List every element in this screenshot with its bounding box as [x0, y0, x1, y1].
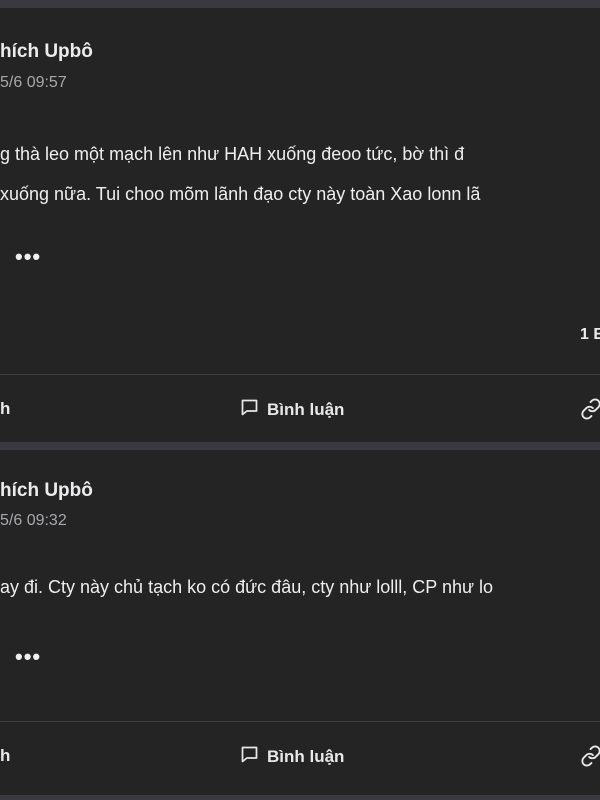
action-bar: h Bình luận: [0, 382, 600, 438]
see-more-button[interactable]: •••: [15, 244, 41, 270]
post-timestamp[interactable]: 5/6 09:57: [0, 74, 67, 92]
post-content-line: xuống nữa. Tui choo mõm lãnh đạo cty này…: [0, 184, 481, 204]
post-card: hích Upbô 5/6 09:32 ay đi. Cty này chủ t…: [0, 450, 600, 795]
author-name[interactable]: hích Upbô: [0, 480, 93, 502]
like-button[interactable]: h: [0, 746, 10, 766]
link-icon: [580, 398, 600, 424]
post-content-line: ay đi. Cty này chủ tạch ko có đức đâu, c…: [0, 577, 494, 597]
post-timestamp[interactable]: 5/6 09:32: [0, 512, 67, 530]
comment-button[interactable]: Bình luận: [239, 397, 344, 423]
post-content: g thà leo một mạch lên như HAH xuống đeo…: [0, 134, 480, 214]
comment-bubble-icon: [239, 397, 260, 423]
comment-label: Bình luận: [267, 747, 345, 766]
divider: [0, 721, 600, 722]
post-card: hích Upbô 5/6 09:57 g thà leo một mạch l…: [0, 8, 600, 442]
post-content-line: g thà leo một mạch lên như HAH xuống đeo…: [0, 144, 465, 164]
author-name[interactable]: hích Upbô: [0, 41, 93, 63]
link-icon: [580, 745, 600, 771]
comment-bubble-icon: [239, 744, 260, 770]
share-link-button[interactable]: [580, 398, 600, 425]
reaction-count[interactable]: 1 E: [580, 326, 600, 344]
action-bar: h Bình luận: [0, 729, 600, 785]
divider: [0, 374, 600, 375]
post-feed: hích Upbô 5/6 09:57 g thà leo một mạch l…: [0, 0, 600, 800]
see-more-button[interactable]: •••: [15, 644, 41, 670]
like-button[interactable]: h: [0, 399, 10, 419]
comment-label: Bình luận: [267, 400, 345, 419]
comment-button[interactable]: Bình luận: [239, 744, 344, 770]
share-link-button[interactable]: [580, 745, 600, 772]
post-content: ay đi. Cty này chủ tạch ko có đức đâu, c…: [0, 567, 493, 607]
